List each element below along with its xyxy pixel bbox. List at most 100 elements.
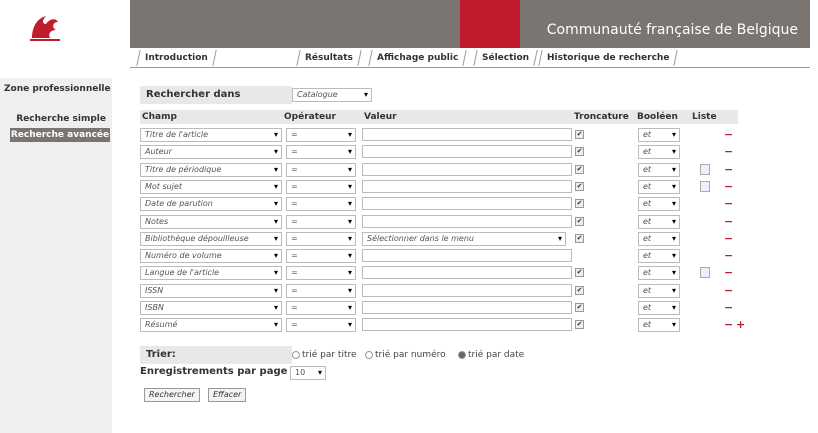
field-select[interactable]: ISSN: [140, 283, 282, 298]
clear-button[interactable]: Effacer: [208, 388, 247, 402]
list-icon[interactable]: [700, 180, 710, 192]
operator-select[interactable]: =: [286, 231, 356, 246]
sidebar-item-recherche-avancee[interactable]: Recherche avancée: [10, 128, 110, 142]
tab-selection[interactable]: Sélection: [473, 50, 538, 66]
truncation-checkbox[interactable]: ✔: [575, 303, 584, 312]
header: Communauté française de Belgique: [0, 0, 818, 48]
truncation-checkbox[interactable]: ✔: [575, 181, 584, 191]
remove-row-icon[interactable]: −: [724, 266, 733, 279]
operator-select[interactable]: =: [286, 283, 356, 298]
sort-by-date[interactable]: trié par date: [458, 350, 524, 360]
truncation-checkbox[interactable]: ✔: [575, 233, 584, 243]
tab-resultats[interactable]: Résultats: [296, 50, 362, 66]
remove-row-icon[interactable]: −: [724, 318, 733, 331]
boolean-select[interactable]: et: [638, 249, 680, 264]
value-input[interactable]: [362, 301, 572, 314]
field-select[interactable]: Titre de périodique: [140, 162, 282, 177]
operator-select[interactable]: =: [286, 128, 356, 142]
value-input[interactable]: [362, 179, 572, 193]
boolean-select[interactable]: et: [638, 128, 680, 142]
tab-introduction[interactable]: Introduction: [136, 50, 217, 66]
remove-row-icon[interactable]: −: [724, 197, 733, 210]
field-select[interactable]: Bibliothèque dépouilleuse: [140, 231, 282, 246]
remove-row-icon[interactable]: −: [724, 284, 733, 297]
truncation-checkbox[interactable]: ✔: [575, 130, 584, 139]
boolean-select[interactable]: et: [638, 162, 680, 177]
sidebar: Zone professionnelle Recherche simple Re…: [0, 78, 112, 433]
remove-row-icon[interactable]: −: [724, 180, 733, 193]
truncation-checkbox[interactable]: ✔: [575, 268, 584, 278]
rooster-logo-icon: [30, 16, 60, 41]
col-operateur: Opérateur: [284, 112, 336, 122]
add-row-icon[interactable]: +: [736, 318, 745, 331]
operator-select[interactable]: =: [286, 301, 356, 315]
truncation-checkbox[interactable]: ✔: [575, 199, 584, 209]
radio-selected-icon: [458, 350, 466, 359]
value-input[interactable]: [362, 128, 572, 141]
list-icon[interactable]: [700, 267, 710, 279]
value-input[interactable]: [362, 249, 572, 263]
operator-select[interactable]: =: [286, 266, 356, 281]
field-select[interactable]: Titre de l'article: [140, 128, 282, 142]
tab-affichage-public[interactable]: Affichage public: [368, 50, 467, 66]
per-page-select[interactable]: 10: [290, 366, 326, 380]
col-booleen: Booléen: [637, 112, 678, 122]
remove-row-icon[interactable]: −: [724, 145, 733, 158]
remove-row-icon[interactable]: −: [724, 249, 733, 262]
boolean-select[interactable]: et: [638, 283, 680, 298]
remove-row-icon[interactable]: −: [724, 128, 733, 141]
tab-bar: Introduction Résultats Affichage public …: [130, 48, 810, 68]
sidebar-title: Zone professionnelle: [4, 84, 111, 94]
value-input[interactable]: [362, 197, 572, 211]
field-select[interactable]: Notes: [140, 214, 282, 229]
sidebar-item-recherche-simple[interactable]: Recherche simple: [16, 114, 106, 124]
per-page-label: Enregistrements par page: [140, 366, 288, 377]
catalogue-select[interactable]: Catalogue: [292, 88, 372, 102]
remove-row-icon[interactable]: −: [724, 215, 733, 228]
header-band-right: Communauté française de Belgique: [520, 0, 810, 48]
remove-row-icon[interactable]: −: [724, 163, 733, 176]
operator-select[interactable]: =: [286, 197, 356, 212]
truncation-checkbox[interactable]: ✔: [575, 285, 584, 295]
field-select[interactable]: Auteur: [140, 145, 282, 160]
truncation-checkbox[interactable]: ✔: [575, 147, 584, 157]
sort-by-number[interactable]: trié par numéro: [365, 350, 446, 360]
boolean-select[interactable]: et: [638, 301, 680, 315]
boolean-select[interactable]: et: [638, 145, 680, 160]
truncation-checkbox[interactable]: ✔: [575, 320, 584, 330]
field-select[interactable]: Langue de l'article: [140, 266, 282, 281]
list-icon[interactable]: [700, 163, 710, 175]
truncation-checkbox[interactable]: ✔: [575, 164, 584, 174]
remove-row-icon[interactable]: −: [724, 301, 733, 314]
tab-historique[interactable]: Historique de recherche: [538, 50, 679, 66]
search-button[interactable]: Rechercher: [144, 388, 200, 402]
value-input[interactable]: [362, 283, 572, 297]
value-input[interactable]: [362, 145, 572, 159]
field-select[interactable]: Résumé: [140, 318, 282, 333]
operator-select[interactable]: =: [286, 249, 356, 264]
value-input[interactable]: [362, 162, 572, 176]
remove-row-icon[interactable]: −: [724, 232, 733, 245]
field-select[interactable]: Numéro de volume: [140, 249, 282, 264]
boolean-select[interactable]: et: [638, 231, 680, 246]
value-select[interactable]: Sélectionner dans le menu: [362, 231, 566, 246]
boolean-select[interactable]: et: [638, 318, 680, 333]
field-select[interactable]: Date de parution: [140, 197, 282, 212]
operator-select[interactable]: =: [286, 162, 356, 177]
boolean-select[interactable]: et: [638, 266, 680, 281]
operator-select[interactable]: =: [286, 145, 356, 160]
value-input[interactable]: [362, 266, 572, 280]
boolean-select[interactable]: et: [638, 214, 680, 229]
field-select[interactable]: ISBN: [140, 301, 282, 315]
value-input[interactable]: [362, 214, 572, 228]
operator-select[interactable]: =: [286, 179, 356, 194]
operator-select[interactable]: =: [286, 214, 356, 229]
operator-select[interactable]: =: [286, 318, 356, 333]
col-valeur: Valeur: [364, 112, 397, 122]
truncation-checkbox[interactable]: ✔: [575, 216, 584, 226]
boolean-select[interactable]: et: [638, 197, 680, 212]
field-select[interactable]: Mot sujet: [140, 179, 282, 194]
sort-by-title[interactable]: trié par titre: [292, 350, 357, 360]
boolean-select[interactable]: et: [638, 179, 680, 194]
value-input[interactable]: [362, 318, 572, 332]
